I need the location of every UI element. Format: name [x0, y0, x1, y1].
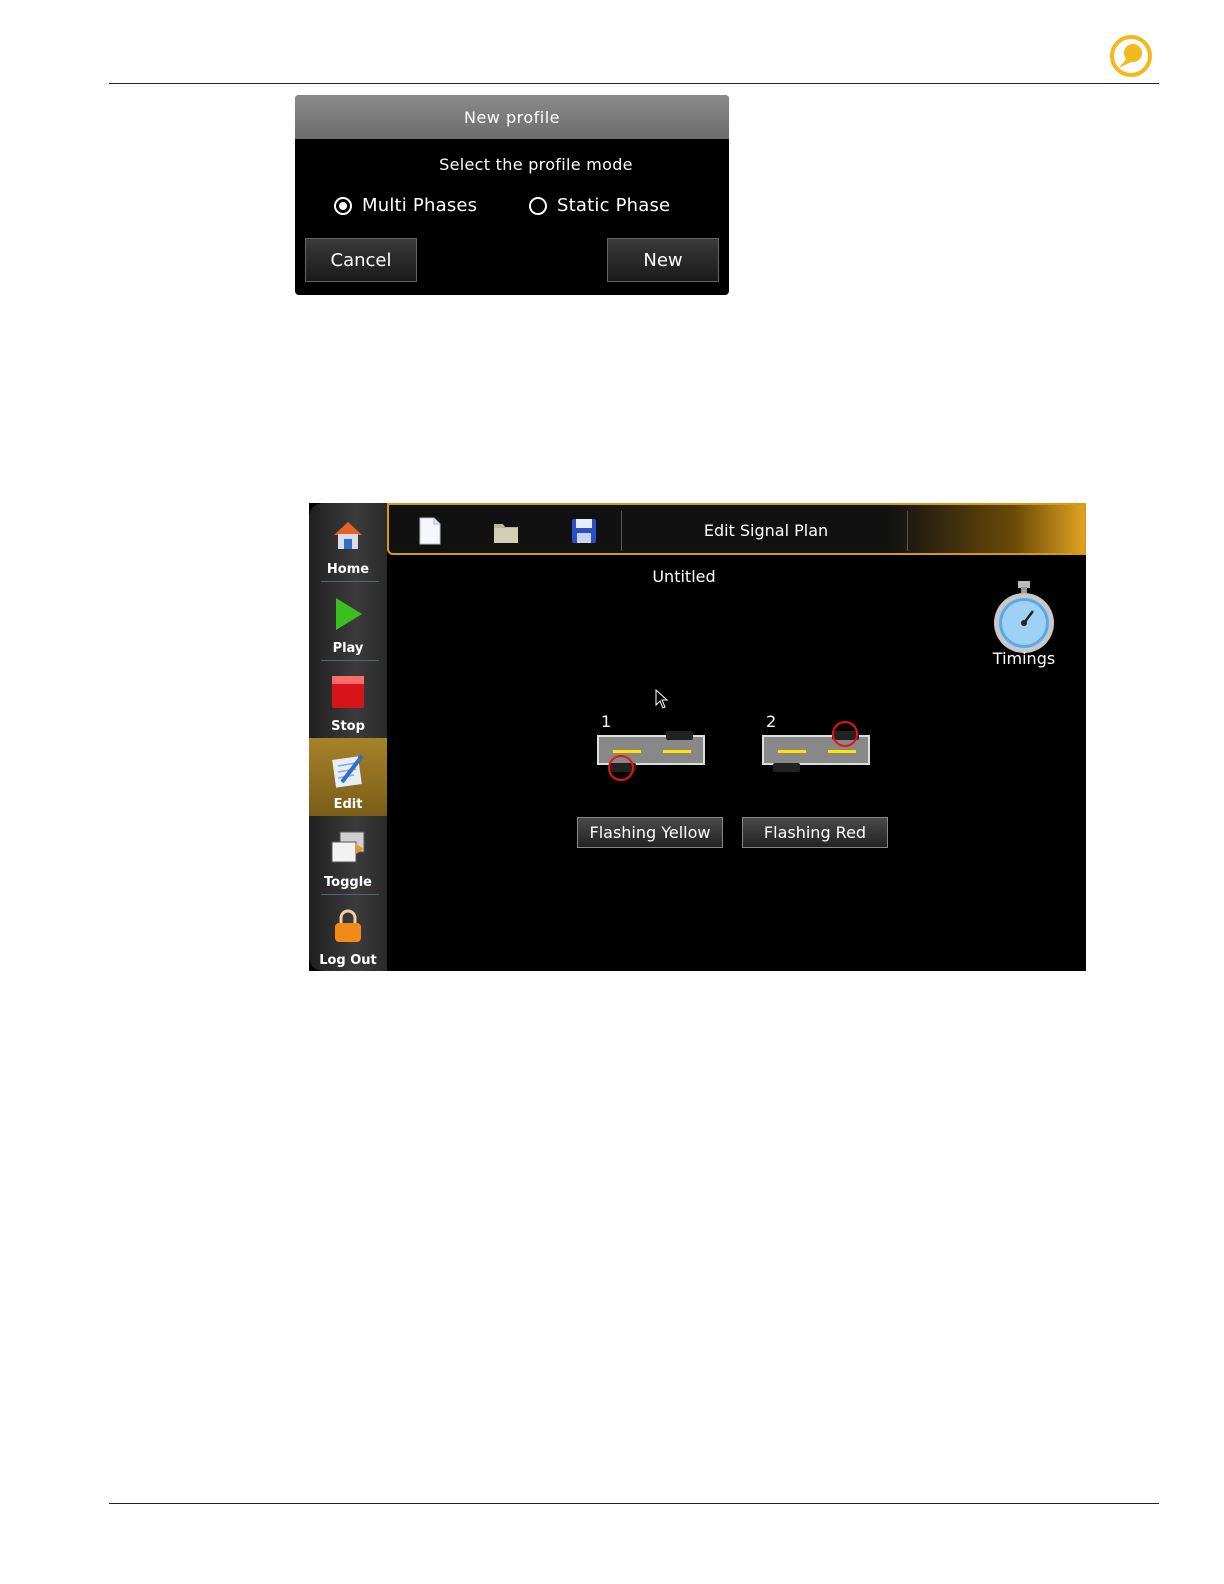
toolbar: Edit Signal Plan [387, 503, 1086, 555]
new-profile-dialog: New profile Select the profile mode Mult… [295, 95, 729, 295]
stop-icon [332, 676, 364, 708]
lane-marking [778, 750, 806, 753]
edit-icon [332, 754, 364, 788]
open-folder-icon[interactable] [493, 517, 519, 545]
phase-number: 2 [766, 712, 777, 731]
footer-rule [109, 1503, 1159, 1504]
play-icon [336, 598, 362, 630]
sidebar-item-edit[interactable]: Edit [309, 738, 387, 816]
new-button[interactable]: New [607, 238, 719, 282]
mouse-cursor-icon [655, 689, 669, 709]
lane-marking [663, 750, 691, 753]
sidebar-item-label: Home [326, 562, 370, 577]
radio-label: Static Phase [557, 195, 671, 216]
header-rule [109, 83, 1159, 84]
flashing-yellow-button[interactable]: Flashing Yellow [577, 817, 723, 848]
radio-selected-icon [334, 196, 352, 215]
toolbar-divider [621, 511, 622, 551]
radio-label: Multi Phases [362, 195, 478, 216]
sidebar-item-label: Toggle [324, 875, 372, 890]
dialog-title: New profile [295, 95, 729, 139]
sidebar-item-label: Play [332, 641, 364, 656]
radio-static-phase[interactable]: Static Phase [529, 195, 670, 216]
sidebar-item-label: Edit [333, 797, 363, 812]
sidebar-item-label: Log Out [319, 953, 377, 968]
lock-icon [335, 909, 361, 942]
vehicle [666, 731, 693, 740]
sidebar-item-stop[interactable]: Stop [309, 660, 387, 738]
toolbar-divider [907, 511, 908, 551]
company-logo-icon [1110, 35, 1152, 77]
toolbar-title: Edit Signal Plan [703, 521, 829, 540]
sidebar-item-home[interactable]: Home [309, 503, 387, 581]
signal-highlight-circle [832, 721, 858, 747]
home-icon [334, 522, 362, 549]
lane-marking [828, 750, 856, 753]
timings-label: Timings [992, 649, 1056, 668]
toggle-icon [331, 831, 365, 863]
cancel-button[interactable]: Cancel [305, 238, 417, 282]
sidebar-item-toggle[interactable]: Toggle [309, 816, 387, 894]
lane-marking [613, 750, 641, 753]
save-icon[interactable] [571, 517, 597, 545]
sidebar-item-play[interactable]: Play [309, 582, 387, 660]
radio-unselected-icon [529, 196, 547, 215]
sidebar-item-log-out[interactable]: Log Out [309, 894, 387, 971]
dialog-prompt: Select the profile mode [439, 155, 633, 174]
plan-name: Untitled [652, 567, 716, 586]
flashing-red-button[interactable]: Flashing Red [742, 817, 888, 848]
phase-number: 1 [601, 712, 612, 731]
edit-signal-plan-screen: Home Play Stop Edit Toggle Log Out Edit … [309, 503, 1086, 971]
radio-multi-phases[interactable]: Multi Phases [334, 195, 477, 216]
sidebar-item-label: Stop [331, 719, 365, 734]
signal-highlight-circle [608, 755, 634, 781]
new-file-icon[interactable] [417, 517, 443, 545]
sidebar: Home Play Stop Edit Toggle Log Out [309, 503, 387, 971]
vehicle [773, 763, 800, 772]
